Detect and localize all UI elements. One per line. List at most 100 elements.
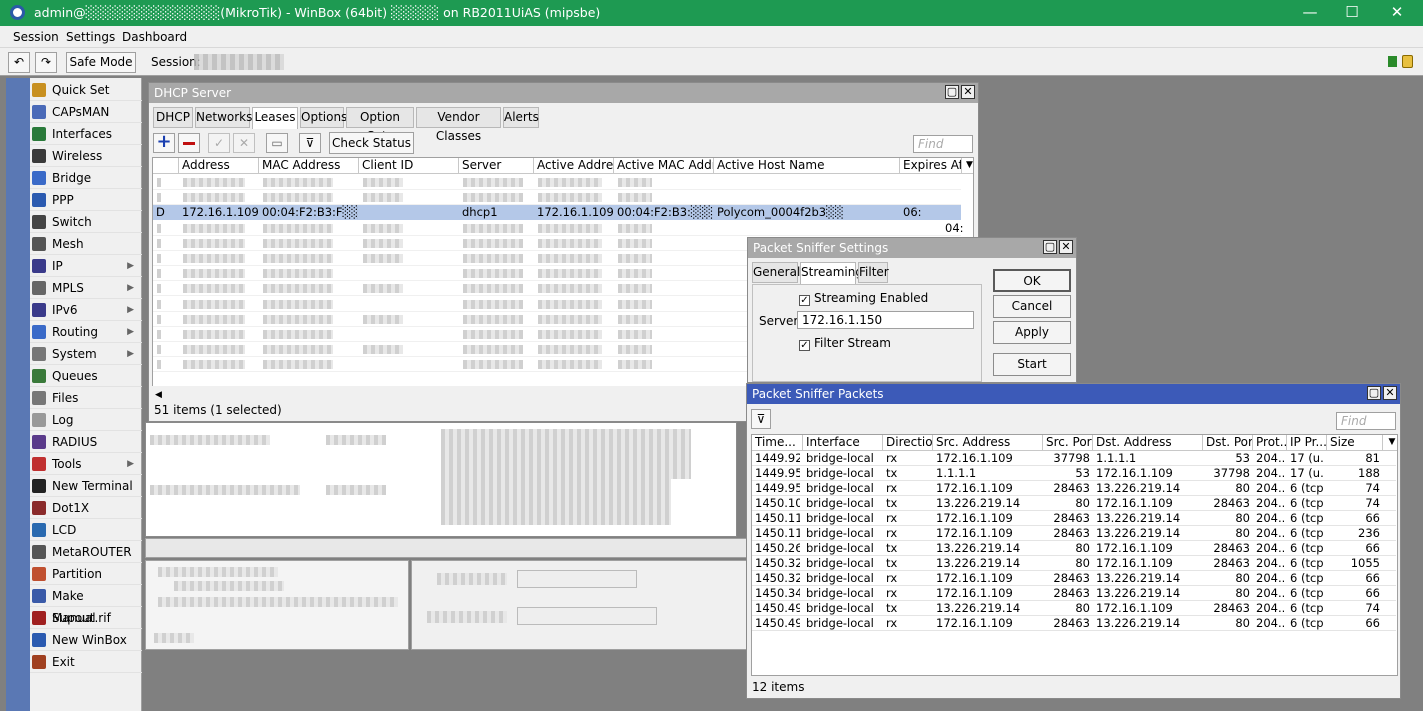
filter-icon[interactable]: ⊽ (751, 409, 771, 429)
table-row[interactable] (153, 190, 961, 206)
packet-row[interactable]: 1450.110 bridge-local rx 172.16.1.109 28463 1… (752, 526, 1396, 541)
sidebar-item-queues[interactable]: Queues (30, 365, 142, 387)
sidebar-item-switch[interactable]: Switch (30, 211, 142, 233)
ok-button[interactable]: OK (993, 269, 1071, 292)
packets-find-input[interactable]: Find (1336, 412, 1396, 430)
tab-dhcp[interactable]: DHCP (153, 107, 193, 128)
sidebar-item-mpls[interactable]: MPLS ▶ (30, 277, 142, 299)
safe-mode-button[interactable]: Safe Mode (66, 52, 136, 73)
packet-row[interactable]: 1450.110 bridge-local rx 172.16.1.109 28463 1… (752, 511, 1396, 526)
column-header[interactable]: Client ID (359, 158, 459, 174)
close-button[interactable]: ✕ (1377, 3, 1417, 23)
menu-dashboard[interactable]: Dashboard (122, 30, 187, 44)
column-header[interactable]: Active Host Name (714, 158, 900, 174)
packet-row[interactable]: 1450.265 bridge-local tx 13.226.219.14 80 172… (752, 541, 1396, 556)
table-row[interactable] (153, 175, 961, 190)
cancel-button[interactable]: Cancel (993, 295, 1071, 318)
maximize-button[interactable]: ☐ (1332, 3, 1372, 23)
sidebar-item-mesh[interactable]: Mesh (30, 233, 142, 255)
tab-options[interactable]: Options (300, 107, 347, 128)
packet-row[interactable]: 1450.328 bridge-local rx 172.16.1.109 28463 1… (752, 571, 1396, 586)
streaming-enabled-checkbox[interactable]: ✓ Streaming Enabled (799, 291, 928, 306)
column-header[interactable]: Expires Afte (900, 158, 962, 174)
filter-icon[interactable]: ⊽ (299, 133, 321, 153)
sidebar-item-manual[interactable]: Manual (30, 607, 142, 629)
sidebar-item-tools[interactable]: Tools ▶ (30, 453, 142, 475)
column-header[interactable]: Dst. Port (1203, 435, 1253, 451)
sidebar-item-ipv6[interactable]: IPv6 ▶ (30, 299, 142, 321)
sidebar-item-system[interactable]: System ▶ (30, 343, 142, 365)
column-header[interactable]: Interface (803, 435, 883, 451)
column-menu-icon[interactable]: ▼ (1383, 435, 1397, 451)
filter-stream-checkbox[interactable]: ✓ Filter Stream (799, 336, 891, 351)
tab-alerts[interactable]: Alerts (503, 107, 539, 128)
table-row-selected[interactable]: D 172.16.1.109 00:04:F2:B3:F░░ dhcp1 172.16.… (153, 205, 961, 221)
sidebar-item-radius[interactable]: RADIUS (30, 431, 142, 453)
tab-filter[interactable]: Filter (858, 262, 889, 283)
minimize-button[interactable]: — (1290, 3, 1330, 23)
maximize-window-button[interactable]: ▢ (945, 85, 959, 99)
redo-button[interactable]: ↷ (35, 52, 57, 73)
packet-row[interactable]: 1450.343 bridge-local rx 172.16.1.109 28463 1… (752, 586, 1396, 601)
sidebar-item-make-supout-rif[interactable]: Make Supout.rif (30, 585, 142, 625)
sidebar-item-new-winbox[interactable]: New WinBox (30, 629, 142, 651)
horizontal-scrollbar[interactable]: ◀ (152, 386, 752, 400)
column-header[interactable]: IP Pr... (1287, 435, 1327, 451)
sidebar-item-log[interactable]: Log (30, 409, 142, 431)
table-row[interactable]: 04: (153, 221, 964, 236)
comment-icon[interactable]: ▭ (266, 133, 288, 153)
sidebar-item-partition[interactable]: Partition (30, 563, 142, 585)
sidebar-item-quick-set[interactable]: Quick Set (30, 79, 142, 101)
undo-button[interactable]: ↶ (8, 52, 30, 73)
column-header[interactable]: Size (1327, 435, 1383, 451)
remove-icon[interactable] (178, 133, 200, 153)
server-input[interactable]: 172.16.1.150 (797, 311, 974, 329)
packet-row[interactable]: 1449.954 bridge-local rx 172.16.1.109 28463 1… (752, 481, 1396, 496)
sidebar-item-new-terminal[interactable]: New Terminal (30, 475, 142, 497)
tab-vendor-classes[interactable]: Vendor Classes (416, 107, 501, 143)
column-header[interactable]: Direction (883, 435, 933, 451)
packet-row[interactable]: 1450.109 bridge-local tx 13.226.219.14 80 172… (752, 496, 1396, 511)
disable-icon[interactable]: ✕ (233, 133, 255, 153)
packet-row[interactable]: 1450.498 bridge-local tx 13.226.219.14 80 172… (752, 601, 1396, 616)
column-header[interactable]: Active MAC Addre... (614, 158, 714, 174)
tab-networks[interactable]: Networks (195, 107, 252, 128)
close-window-button[interactable]: ✕ (961, 85, 975, 99)
tab-streaming[interactable]: Streaming (800, 262, 863, 284)
start-button[interactable]: Start (993, 353, 1071, 376)
tab-option-sets[interactable]: Option Sets (346, 107, 414, 143)
sidebar-item-routing[interactable]: Routing ▶ (30, 321, 142, 343)
maximize-window-button[interactable]: ▢ (1043, 240, 1057, 254)
packet-row[interactable]: 1449.929 bridge-local rx 172.16.1.109 37798 1… (752, 451, 1396, 466)
column-header[interactable]: Address (179, 158, 259, 174)
sidebar-item-exit[interactable]: Exit (30, 651, 142, 673)
menu-settings[interactable]: Settings (66, 30, 115, 44)
sidebar-item-ip[interactable]: IP ▶ (30, 255, 142, 277)
add-icon[interactable]: + (153, 133, 175, 153)
session-field[interactable] (194, 54, 284, 70)
sidebar-item-dot1x[interactable]: Dot1X (30, 497, 142, 519)
tab-leases[interactable]: Leases (252, 107, 298, 129)
apply-button[interactable]: Apply (993, 321, 1071, 344)
close-window-button[interactable]: ✕ (1383, 386, 1397, 400)
column-header[interactable]: Src. Address (933, 435, 1043, 451)
close-window-button[interactable]: ✕ (1059, 240, 1073, 254)
packet-row[interactable]: 1450.499 bridge-local rx 172.16.1.109 28463 1… (752, 616, 1396, 631)
tab-general[interactable]: General (752, 262, 800, 283)
sidebar-item-files[interactable]: Files (30, 387, 142, 409)
sidebar-item-wireless[interactable]: Wireless (30, 145, 142, 167)
column-header[interactable]: Time... (752, 435, 803, 451)
dhcp-find-input[interactable]: Find (913, 135, 973, 153)
menu-session[interactable]: Session (13, 30, 59, 44)
packet-row[interactable]: 1449.952 bridge-local tx 1.1.1.1 53 172.16.1.… (752, 466, 1396, 481)
maximize-window-button[interactable]: ▢ (1367, 386, 1381, 400)
column-header[interactable]: Active Address (534, 158, 614, 174)
sidebar-item-lcd[interactable]: LCD (30, 519, 142, 541)
sidebar-item-capsman[interactable]: CAPsMAN (30, 101, 142, 123)
column-header-flags[interactable] (153, 158, 179, 174)
column-header[interactable]: Dst. Address (1093, 435, 1203, 451)
column-header[interactable]: Prot... (1253, 435, 1287, 451)
enable-icon[interactable]: ✓ (208, 133, 230, 153)
column-header[interactable]: Src. Port (1043, 435, 1093, 451)
sidebar-item-interfaces[interactable]: Interfaces (30, 123, 142, 145)
